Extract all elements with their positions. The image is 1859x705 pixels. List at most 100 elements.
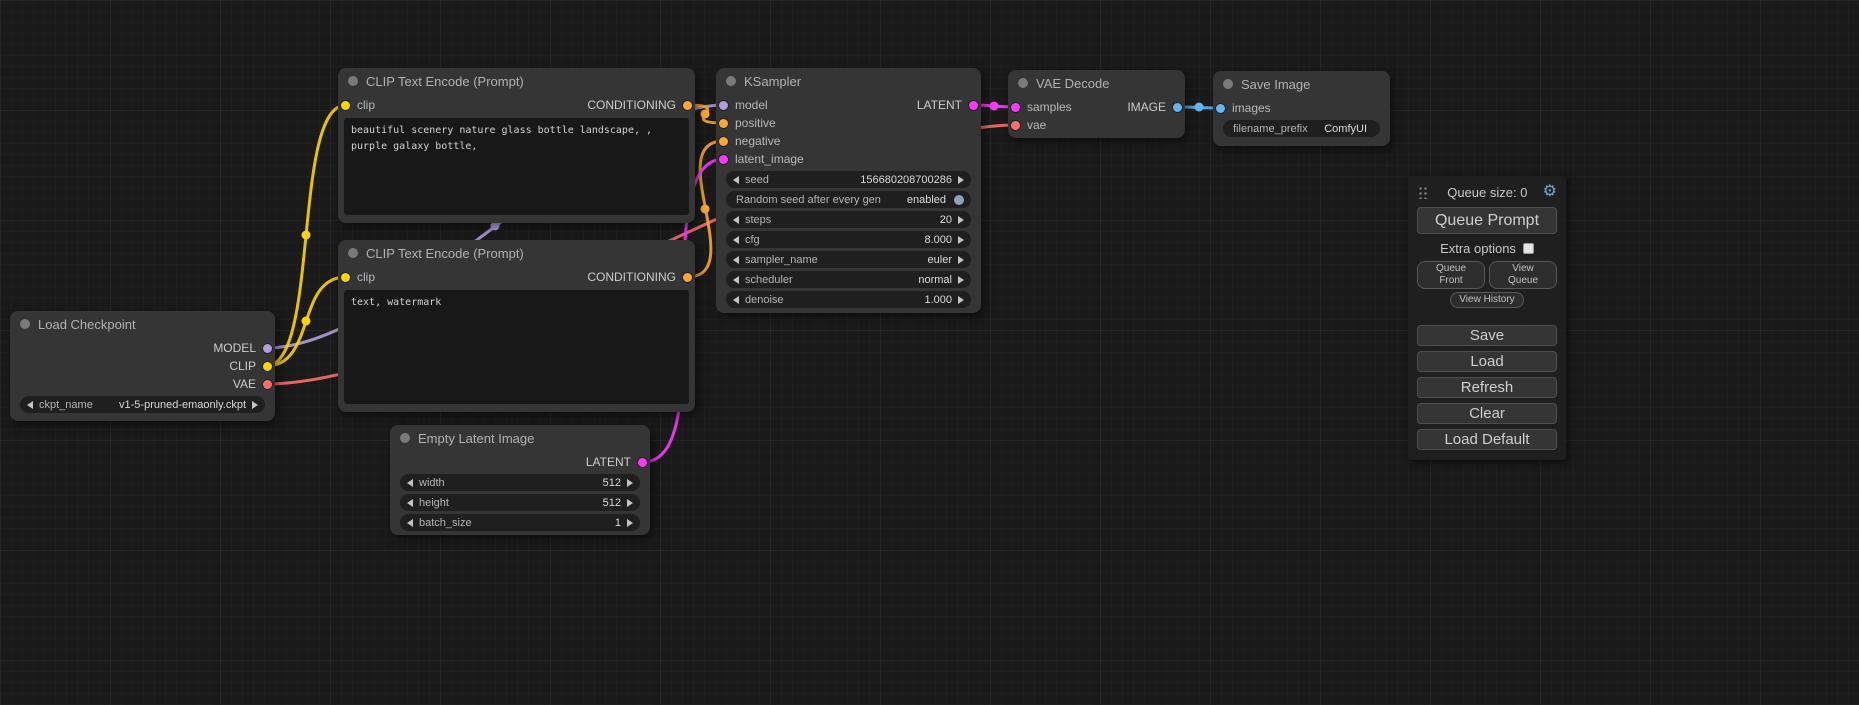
images-input-socket[interactable] — [1216, 104, 1225, 113]
increment-arrow-icon[interactable] — [958, 276, 964, 284]
conditioning-output-socket[interactable] — [683, 273, 692, 282]
clip-input-socket[interactable] — [341, 273, 350, 282]
extra-options-checkbox[interactable] — [1523, 243, 1534, 254]
increment-arrow-icon[interactable] — [627, 499, 633, 507]
slot-label: VAE — [233, 377, 256, 391]
clip-output-socket[interactable] — [263, 362, 272, 371]
node-title-bar[interactable]: CLIP Text Encode (Prompt) — [338, 240, 695, 266]
node-title: CLIP Text Encode (Prompt) — [366, 74, 524, 89]
collapse-dot-icon[interactable] — [400, 433, 410, 443]
widget-name: filename_prefix — [1230, 123, 1308, 135]
output-slot-model: MODEL — [10, 339, 275, 357]
widget-name: cfg — [739, 234, 760, 246]
node-title-bar[interactable]: Load Checkpoint — [10, 311, 275, 337]
increment-arrow-icon[interactable] — [252, 401, 258, 409]
drag-handle-icon[interactable] — [1417, 185, 1428, 199]
positive-prompt-textarea[interactable]: beautiful scenery nature glass bottle la… — [344, 118, 689, 215]
increment-arrow-icon[interactable] — [958, 236, 964, 244]
view-history-button[interactable]: View History — [1450, 292, 1523, 308]
load-button[interactable]: Load — [1417, 351, 1557, 372]
vae-output-socket[interactable] — [263, 380, 272, 389]
filename-prefix-widget[interactable]: filename_prefix ComfyUI — [1223, 120, 1380, 137]
positive-input-socket[interactable] — [719, 119, 728, 128]
collapse-dot-icon[interactable] — [20, 319, 30, 329]
widget-name: scheduler — [739, 274, 793, 286]
batch-size-widget[interactable]: batch_size 1 — [400, 514, 640, 531]
collapse-dot-icon[interactable] — [348, 248, 358, 258]
view-queue-button[interactable]: View Queue — [1489, 261, 1557, 289]
cfg-widget[interactable]: cfg 8.000 — [726, 231, 971, 248]
node-title-bar[interactable]: Empty Latent Image — [390, 425, 650, 451]
scheduler-widget[interactable]: scheduler normal — [726, 271, 971, 288]
increment-arrow-icon[interactable] — [627, 479, 633, 487]
queue-prompt-button[interactable]: Queue Prompt — [1417, 207, 1557, 234]
slot-label: CONDITIONING — [587, 98, 676, 112]
collapse-dot-icon[interactable] — [348, 76, 358, 86]
widget-name: ckpt_name — [33, 399, 93, 411]
collapse-dot-icon[interactable] — [1018, 78, 1028, 88]
slot-label: LATENT — [586, 455, 631, 469]
widget-name: height — [413, 497, 449, 509]
clear-button[interactable]: Clear — [1417, 403, 1557, 424]
increment-arrow-icon[interactable] — [958, 256, 964, 264]
clip-input-socket[interactable] — [341, 101, 350, 110]
link-dot-image — [1195, 103, 1204, 112]
increment-arrow-icon[interactable] — [958, 216, 964, 224]
node-title-bar[interactable]: KSampler — [716, 68, 981, 94]
ckpt-name-widget[interactable]: ckpt_name v1-5-pruned-emaonly.ckpt — [20, 396, 265, 413]
comfy-menu-panel: Queue size: 0 Queue Prompt Extra options… — [1408, 176, 1566, 460]
node-graph-canvas[interactable]: Load Checkpoint MODEL CLIP VAE ckpt_ — [0, 0, 1859, 705]
input-slot-latent-image: latent_image — [716, 150, 849, 168]
widget-name: Random seed after every gen — [733, 194, 881, 206]
queue-front-button[interactable]: Queue Front — [1417, 261, 1485, 289]
save-button[interactable]: Save — [1417, 325, 1557, 346]
widget-value: 1.000 — [916, 294, 958, 306]
latent-output-socket[interactable] — [638, 458, 647, 467]
vae-input-socket[interactable] — [1011, 121, 1020, 130]
negative-prompt-textarea[interactable]: text, watermark — [344, 290, 689, 404]
widget-name: steps — [739, 214, 771, 226]
refresh-button[interactable]: Refresh — [1417, 377, 1557, 398]
latent-output-socket[interactable] — [969, 101, 978, 110]
input-slot-positive: positive — [716, 114, 849, 132]
node-empty-latent-image[interactable]: Empty Latent Image LATENT width 512 heig… — [390, 425, 650, 535]
widget-value: 156680208700286 — [852, 174, 958, 186]
image-output-socket[interactable] — [1173, 103, 1182, 112]
node-title-bar[interactable]: CLIP Text Encode (Prompt) — [338, 68, 695, 94]
random-seed-toggle-widget[interactable]: Random seed after every gen enabled — [726, 191, 971, 208]
settings-gear-icon[interactable] — [1543, 184, 1557, 200]
width-widget[interactable]: width 512 — [400, 474, 640, 491]
seed-widget[interactable]: seed 156680208700286 — [726, 171, 971, 188]
node-clip-text-encode-negative[interactable]: CLIP Text Encode (Prompt) clip CONDITION… — [338, 240, 695, 412]
negative-input-socket[interactable] — [719, 137, 728, 146]
collapse-dot-icon[interactable] — [726, 76, 736, 86]
node-title: Load Checkpoint — [38, 317, 136, 332]
increment-arrow-icon[interactable] — [627, 519, 633, 527]
denoise-widget[interactable]: denoise 1.000 — [726, 291, 971, 308]
node-title-bar[interactable]: VAE Decode — [1008, 70, 1185, 96]
increment-arrow-icon[interactable] — [958, 176, 964, 184]
node-title-bar[interactable]: Save Image — [1213, 71, 1390, 97]
node-clip-text-encode-positive[interactable]: CLIP Text Encode (Prompt) clip CONDITION… — [338, 68, 695, 223]
widget-value: euler — [920, 254, 958, 266]
samples-input-socket[interactable] — [1011, 103, 1020, 112]
sampler-name-widget[interactable]: sampler_name euler — [726, 251, 971, 268]
node-ksampler[interactable]: KSampler model positive negative lat — [716, 68, 981, 313]
latent-image-input-socket[interactable] — [719, 155, 728, 164]
node-save-image[interactable]: Save Image images filename_prefix ComfyU… — [1213, 71, 1390, 146]
steps-widget[interactable]: steps 20 — [726, 211, 971, 228]
height-widget[interactable]: height 512 — [400, 494, 640, 511]
model-input-socket[interactable] — [719, 101, 728, 110]
conditioning-output-socket[interactable] — [683, 101, 692, 110]
slot-label: model — [735, 98, 768, 112]
node-vae-decode[interactable]: VAE Decode samples vae IMAGE — [1008, 70, 1185, 138]
slot-label: MODEL — [213, 341, 256, 355]
node-load-checkpoint[interactable]: Load Checkpoint MODEL CLIP VAE ckpt_ — [10, 311, 275, 421]
increment-arrow-icon[interactable] — [958, 296, 964, 304]
model-output-socket[interactable] — [263, 344, 272, 353]
toggle-dot-icon[interactable] — [954, 195, 964, 205]
node-title: VAE Decode — [1036, 76, 1109, 91]
collapse-dot-icon[interactable] — [1223, 79, 1233, 89]
load-default-button[interactable]: Load Default — [1417, 429, 1557, 450]
widget-value: normal — [910, 274, 958, 286]
